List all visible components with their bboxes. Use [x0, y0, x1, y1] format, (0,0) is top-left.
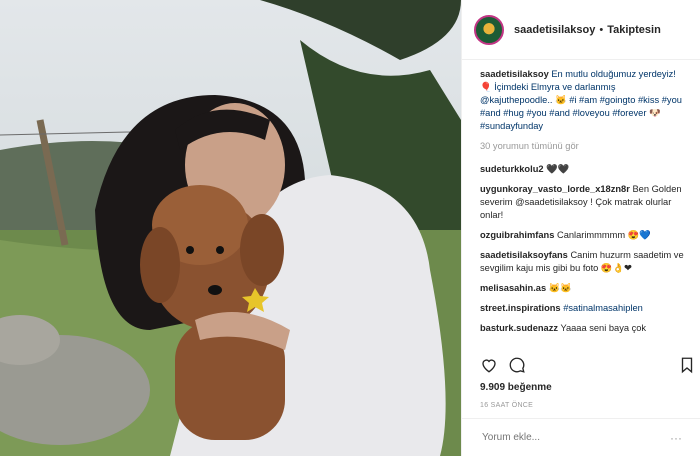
comment-text[interactable]: #satinalmasahiplen	[563, 303, 643, 313]
comment-username[interactable]: saadetisilaksoyfans	[480, 250, 568, 260]
comment-username[interactable]: sudeturkkolu2	[480, 164, 544, 174]
instagram-post-modal: saadetisilaksoy • Takiptesin saadetisila…	[0, 0, 700, 456]
avatar[interactable]	[474, 14, 504, 45]
heart-icon[interactable]	[480, 356, 498, 374]
caption-username[interactable]: saadetisilaksoy	[480, 69, 549, 79]
post-header: saadetisilaksoy • Takiptesin	[462, 0, 700, 60]
list-item: basturk.sudenazz Yaaaa seni baya çok	[480, 322, 690, 335]
list-item: melisasahin.as 🐱🐱	[480, 282, 690, 295]
list-item: saadetisilaksoyfans Canim huzurm saadeti…	[480, 249, 690, 275]
list-item: street.inspirations #satinalmasahiplen	[480, 302, 690, 315]
post-side-panel: saadetisilaksoy • Takiptesin saadetisila…	[461, 0, 700, 456]
view-all-comments-link[interactable]: 30 yorumun tümünü gör	[480, 140, 690, 153]
list-item: uygunkoray_vasto_lorde_x18zn8r Ben Golde…	[480, 183, 690, 222]
post-photo[interactable]	[0, 0, 461, 456]
add-comment-bar: ···	[462, 418, 700, 456]
comment-text: 🐱🐱	[548, 283, 572, 293]
comment-username[interactable]: uygunkoray_vasto_lorde_x18zn8r	[480, 184, 630, 194]
post-actions	[480, 356, 693, 374]
comment-input[interactable]	[480, 431, 654, 444]
bookmark-icon[interactable]	[678, 356, 696, 374]
comment-text: Canlarimmmmm 😍💙	[556, 230, 651, 240]
comment-icon[interactable]	[508, 356, 526, 374]
more-options-button[interactable]: ···	[670, 431, 682, 445]
comment-username[interactable]: ozguibrahimfans	[480, 230, 554, 240]
list-item: sudeturkkolu2 🖤🖤	[480, 163, 690, 176]
header-username[interactable]: saadetisilaksoy	[514, 24, 595, 36]
follow-status[interactable]: Takiptesin	[607, 24, 661, 36]
comment-username[interactable]: melisasahin.as	[480, 283, 546, 293]
comment-text: 🖤🖤	[546, 164, 570, 174]
comment-username[interactable]: street.inspirations	[480, 303, 561, 313]
photo-illustration	[0, 0, 461, 456]
comment-text: Yaaaa seni baya çok	[560, 323, 647, 333]
list-item: ozguibrahimfans Canlarimmmmm 😍💙	[480, 229, 690, 242]
post-timestamp: 16 SAAT ÖNCE	[480, 402, 534, 409]
separator-dot: •	[599, 23, 604, 36]
comment-username[interactable]: basturk.sudenazz	[480, 323, 558, 333]
caption: saadetisilaksoy En mutlu olduğumuz yerde…	[480, 68, 690, 133]
likes-count[interactable]: 9.909 beğenme	[480, 382, 552, 393]
comments-list[interactable]: saadetisilaksoy En mutlu olduğumuz yerde…	[480, 68, 690, 356]
